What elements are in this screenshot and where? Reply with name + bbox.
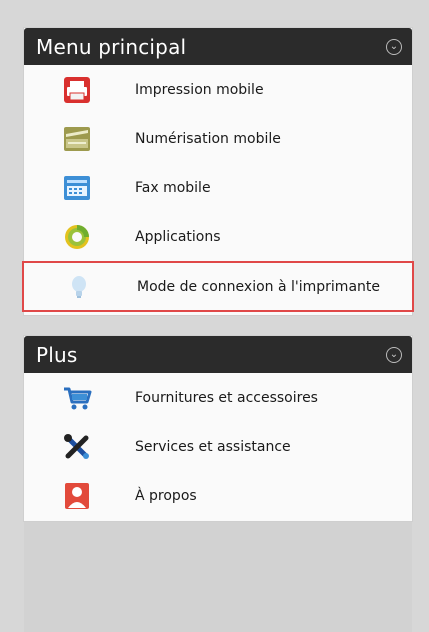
plus-menu-panel: Plus ⌄ Fournitures et accessoires Servic…: [24, 336, 412, 521]
menu-item-label: Applications: [135, 228, 221, 245]
menu-item-applications[interactable]: Applications: [24, 212, 412, 261]
menu-item-label: Numérisation mobile: [135, 130, 281, 147]
menu-item-services[interactable]: Services et assistance: [24, 422, 412, 471]
person-icon: [62, 481, 92, 511]
menu-item-label: À propos: [135, 487, 197, 504]
scanner-icon: [62, 124, 92, 154]
menu-item-label: Services et assistance: [135, 438, 291, 455]
menu-item-a-propos[interactable]: À propos: [24, 471, 412, 520]
tools-icon: [62, 432, 92, 462]
menu-item-label: Impression mobile: [135, 81, 264, 98]
menu-item-fournitures[interactable]: Fournitures et accessoires: [24, 373, 412, 422]
apps-icon: [62, 222, 92, 252]
menu-item-mode-connexion[interactable]: Mode de connexion à l'imprimante: [22, 261, 414, 312]
fax-icon: [62, 173, 92, 203]
plus-menu-header[interactable]: Plus ⌄: [24, 336, 412, 373]
menu-item-fax-mobile[interactable]: Fax mobile: [24, 163, 412, 212]
plus-menu-title: Plus: [36, 342, 78, 367]
menu-item-label: Fournitures et accessoires: [135, 389, 318, 406]
menu-item-numerisation-mobile[interactable]: Numérisation mobile: [24, 114, 412, 163]
menu-item-impression-mobile[interactable]: Impression mobile: [24, 65, 412, 114]
chevron-down-icon[interactable]: ⌄: [386, 38, 402, 55]
printer-icon: [62, 75, 92, 105]
background-strip: [24, 521, 412, 632]
lightbulb-icon: [64, 272, 94, 302]
menu-item-label: Mode de connexion à l'imprimante: [137, 278, 381, 295]
main-menu-title: Menu principal: [36, 34, 187, 59]
main-menu-panel: Menu principal ⌄ Impression mobile Numér…: [22, 28, 414, 315]
menu-item-label: Fax mobile: [135, 179, 211, 196]
main-menu-header[interactable]: Menu principal ⌄: [24, 28, 412, 65]
cart-icon: [62, 383, 92, 413]
chevron-down-icon[interactable]: ⌄: [386, 346, 402, 363]
